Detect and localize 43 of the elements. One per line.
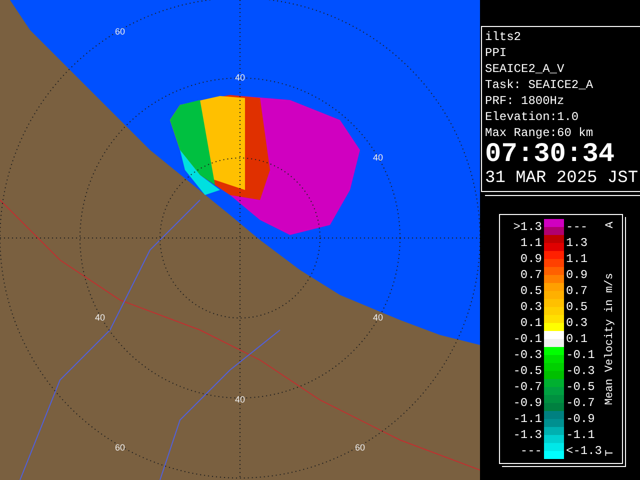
legend-label: 1.1 (566, 252, 589, 266)
legend-label: <-1.3 (566, 444, 602, 458)
legend-label: >1.3 (512, 220, 542, 234)
legend-label: -0.7 (566, 396, 596, 410)
info-text: Elevation:1.0 (485, 109, 580, 125)
info-text: Max Range:60 km (485, 125, 594, 141)
legend-mark: A (604, 222, 616, 228)
info-text: Task: SEAICE2_A (485, 77, 594, 93)
legend-label: 1.3 (566, 236, 589, 250)
legend-label: 0.1 (566, 332, 589, 346)
time-text: 07:30:34 (485, 141, 616, 169)
legend-label: 1.1 (519, 236, 542, 250)
legend-label: 0.7 (519, 268, 542, 282)
legend-label: -0.9 (566, 412, 596, 426)
date-text: 31 MAR 2025 JST (485, 169, 637, 189)
legend-label: -0.7 (512, 380, 542, 394)
legend-label: -0.5 (512, 364, 542, 378)
legend-label: 0.3 (566, 316, 589, 330)
info-text: ilts2 (485, 29, 522, 45)
legend-label: -1.1 (512, 412, 542, 426)
legend-label: -0.1 (512, 332, 542, 346)
legend-label: 0.9 (566, 268, 589, 282)
legend-mark: T (604, 450, 616, 456)
legend-label: -0.5 (566, 380, 596, 394)
info-text: PPI (485, 45, 508, 61)
legend-label: -0.3 (512, 348, 542, 362)
legend-label: -0.3 (566, 364, 596, 378)
legend-label: -1.3 (512, 428, 542, 442)
legend-label: -1.1 (566, 428, 596, 442)
legend-label: 0.5 (566, 300, 589, 314)
legend-label: 0.5 (519, 284, 542, 298)
info-text: PRF: 1800Hz (485, 93, 566, 109)
legend-label: --- (566, 220, 589, 234)
legend-label: -0.1 (566, 348, 596, 362)
legend-label: 0.9 (519, 252, 542, 266)
legend-label: 0.7 (566, 284, 589, 298)
legend-label: 0.1 (519, 316, 542, 330)
legend-label: --- (519, 444, 542, 458)
legend-label: 0.3 (519, 300, 542, 314)
info-text: SEAICE2_A_V (485, 61, 566, 77)
radar-map-drawing: 60 40 40 40 40 40 60 60 (0, 0, 480, 480)
legend-label: -0.9 (512, 396, 542, 410)
axis-title: Mean Velocity in m/s (604, 272, 616, 406)
